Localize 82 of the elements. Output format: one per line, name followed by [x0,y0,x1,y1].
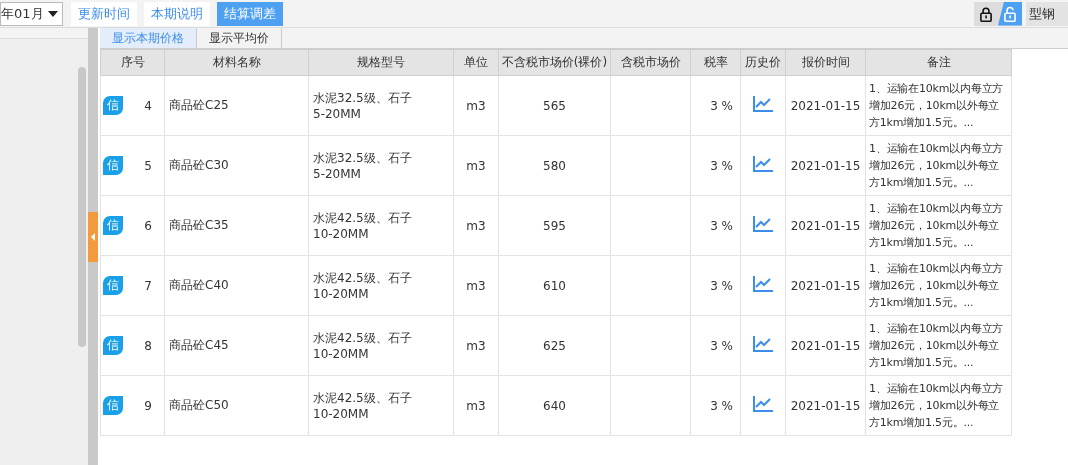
column-header: 备注 [865,49,1012,76]
table-cell: 商品砼C25 [164,75,309,136]
table-cell: 580 [498,135,611,196]
column-header: 报价时间 [785,49,866,76]
table-cell: 2021-01-15 [785,135,866,196]
table-cell: 2021-01-15 [785,195,866,256]
table-cell: m3 [453,75,499,136]
column-header: 不含税市场价(裸价) [498,49,611,76]
column-header: 单位 [453,49,499,76]
row-number: 9 [144,398,152,413]
table-cell: 商品砼C35 [164,195,309,256]
period-dropdown[interactable]: 年01月 [0,1,63,26]
table-cell: 1、运输在10km以内每立方增加26元，10km以外每立方1km增加1.5元。... [865,135,1012,196]
toolbar-button[interactable]: 本期说明 [144,1,210,26]
column-header: 含税市场价 [610,49,691,76]
table-cell: 640 [498,375,611,436]
caret-icon [48,10,58,17]
credit-badge: 信 [103,96,123,115]
credit-badge: 信 [103,216,123,235]
price-tab[interactable]: 显示本期价格 [100,28,197,48]
table-cell: 1、运输在10km以内每立方增加26元，10km以外每立方1km增加1.5元。... [865,315,1012,376]
table-cell: 商品砼C50 [164,375,309,436]
table-cell: 565 [498,75,611,136]
table-cell: 商品砼C45 [164,315,309,376]
table-cell: 595 [498,195,611,256]
table-cell: 2021-01-15 [785,255,866,316]
column-header: 规格型号 [308,49,454,76]
toolbar-button[interactable]: 更新时间 [71,1,137,26]
category-label[interactable]: 型钢 [1026,1,1068,26]
table-cell: m3 [453,375,499,436]
scrollbar[interactable] [78,67,86,347]
left-arrow-icon [91,232,95,241]
table-cell: 2021-01-15 [785,375,866,436]
table-cell: m3 [453,315,499,376]
row-number: 6 [144,218,152,233]
table-cell: m3 [453,195,499,256]
table-cell: 625 [498,315,611,376]
column-header: 税率 [690,49,741,76]
table-cell: 水泥42.5级、石子10-20MM [308,255,454,316]
credit-badge: 信 [103,336,123,355]
table-cell: 水泥32.5级、石子5-20MM [308,75,454,136]
table-cell: m3 [453,135,499,196]
table-cell: 1、运输在10km以内每立方增加26元，10km以外每立方1km增加1.5元。... [865,75,1012,136]
line-chart-icon[interactable] [753,216,773,232]
line-chart-icon[interactable] [753,156,773,172]
table-cell: 3 % [690,135,741,196]
table-cell: 2021-01-15 [785,75,866,136]
table-cell: 商品砼C30 [164,135,309,196]
column-header: 历史价 [740,49,786,76]
table-cell: 3 % [690,75,741,136]
table-cell: 3 % [690,375,741,436]
table-cell: 3 % [690,255,741,316]
table-cell: 610 [498,255,611,316]
line-chart-icon[interactable] [753,336,773,352]
credit-badge: 信 [103,396,123,415]
collapse-button[interactable] [88,211,98,262]
table-cell: 3 % [690,195,741,256]
table-cell: 1、运输在10km以内每立方增加26元，10km以外每立方1km增加1.5元。... [865,375,1012,436]
table-cell: 3 % [690,315,741,376]
table-cell: 水泥42.5级、石子10-20MM [308,375,454,436]
table-cell: 水泥42.5级、石子10-20MM [308,315,454,376]
table-cell: 商品砼C40 [164,255,309,316]
line-chart-icon[interactable] [753,96,773,112]
line-chart-icon[interactable] [753,396,773,412]
row-number: 4 [144,98,152,113]
row-number: 8 [144,338,152,353]
row-number: 5 [144,158,152,173]
line-chart-icon[interactable] [753,276,773,292]
table-cell: 1、运输在10km以内每立方增加26元，10km以外每立方1km增加1.5元。... [865,195,1012,256]
column-header: 材料名称 [164,49,309,76]
table-cell: 水泥32.5级、石子5-20MM [308,135,454,196]
table-cell: 1、运输在10km以内每立方增加26元，10km以外每立方1km增加1.5元。... [865,255,1012,316]
table-cell: 2021-01-15 [785,315,866,376]
row-number: 7 [144,278,152,293]
lock-icon [978,4,994,23]
unlock-icon [1002,4,1018,23]
credit-badge: 信 [103,156,123,175]
column-header: 序号 [100,49,165,76]
credit-badge: 信 [103,276,123,295]
toolbar-button[interactable]: 结算调差 [217,1,283,26]
table-cell: m3 [453,255,499,316]
table-cell: 水泥42.5级、石子10-20MM [308,195,454,256]
